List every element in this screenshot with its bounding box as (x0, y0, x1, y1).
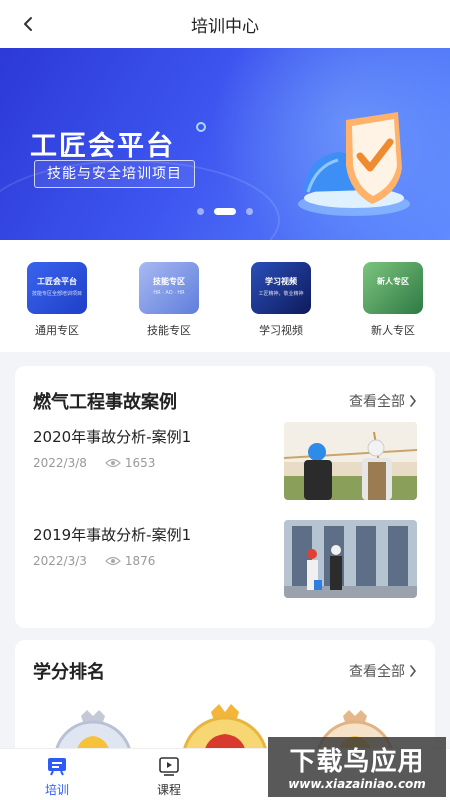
tab-label: 培训 (44, 783, 69, 797)
see-all-link[interactable]: 查看全部 (349, 661, 417, 681)
case-date: 2022/3/3 (33, 554, 87, 568)
zone-tile-title: 新人专区 (377, 277, 409, 286)
top-bar: 培训中心 (0, 0, 450, 48)
chevron-right-icon (410, 395, 417, 407)
section-title: 学分排名 (33, 662, 105, 683)
zone-skills[interactable]: 技能专区 HR · AO · HR 技能专区 (130, 262, 208, 338)
zone-tile-subtitle: 工匠精神，敬业精神 (258, 291, 304, 297)
case-view-count: 1653 (124, 456, 156, 470)
zone-newcomer-thumbnail: 新人专区 (363, 262, 423, 314)
carousel-indicator[interactable] (0, 208, 450, 215)
promo-banner[interactable]: 工匠会平台 技能与安全培训项目 (0, 48, 450, 240)
carousel-dot[interactable] (197, 208, 204, 215)
zone-newcomer[interactable]: 新人专区 新人专区 (354, 262, 432, 338)
case-thumbnail (284, 520, 417, 598)
section-title: 燃气工程事故案例 (33, 392, 177, 413)
case-date: 2022/3/8 (33, 456, 87, 470)
zone-tile-title: 技能专区 (153, 277, 185, 286)
carousel-dot[interactable] (246, 208, 253, 215)
zone-videos[interactable]: 学习视频 工匠精神，敬业精神 学习视频 (242, 262, 320, 338)
see-all-label: 查看全部 (349, 664, 405, 680)
eye-icon (105, 556, 121, 566)
zone-label: 新人专区 (371, 324, 415, 337)
back-icon[interactable] (14, 10, 42, 38)
section-header: 学分排名 查看全部 (33, 658, 417, 684)
case-meta: 2022/3/8 1653 (33, 456, 155, 470)
tab-training[interactable]: 培训 (17, 755, 97, 798)
safety-shield-icon (298, 112, 410, 216)
case-views: 1653 (105, 456, 156, 470)
case-view-count: 1876 (124, 554, 156, 568)
case-meta: 2022/3/3 1876 (33, 554, 155, 568)
zone-label: 学习视频 (259, 324, 303, 337)
case-section: 燃气工程事故案例 查看全部 2020年事故分析-案例1 2022/3/8 165… (15, 366, 435, 628)
case-title: 2019年事故分析-案例1 (33, 526, 192, 544)
page-title: 培训中心 (191, 16, 259, 37)
eye-icon (105, 458, 121, 468)
ring-decoration-icon (196, 122, 206, 132)
see-all-link[interactable]: 查看全部 (349, 391, 417, 411)
tab-course[interactable]: 课程 (129, 755, 209, 798)
see-all-label: 查看全部 (349, 394, 405, 410)
zone-label: 技能专区 (147, 324, 191, 337)
case-thumbnail (284, 422, 417, 500)
zone-label: 通用专区 (35, 324, 79, 337)
watermark-title: 下载鸟应用 (289, 747, 425, 777)
section-header: 燃气工程事故案例 查看全部 (33, 388, 417, 414)
chevron-right-icon (410, 665, 417, 677)
training-icon (48, 758, 66, 776)
tab-label: 课程 (156, 783, 181, 797)
zone-tile-subtitle: HR · AO · HR (153, 290, 185, 296)
watermark-url: www.xiazainiao.com (288, 777, 426, 791)
zone-general-thumbnail: 工匠会平台 技能专区全部培训项目 (27, 262, 87, 314)
zone-tile-title: 学习视频 (265, 277, 297, 286)
zone-grid: 工匠会平台 技能专区全部培训项目 通用专区 技能专区 HR · AO · HR … (0, 240, 450, 352)
zone-videos-thumbnail: 学习视频 工匠精神，敬业精神 (251, 262, 311, 314)
case-views: 1876 (105, 554, 156, 568)
zone-skills-thumbnail: 技能专区 HR · AO · HR (139, 262, 199, 314)
watermark: 下载鸟应用 www.xiazainiao.com (268, 737, 446, 797)
zone-general[interactable]: 工匠会平台 技能专区全部培训项目 通用专区 (18, 262, 96, 338)
case-item[interactable]: 2020年事故分析-案例1 2022/3/8 1653 (33, 422, 417, 502)
banner-subtitle: 技能与安全培训项目 (34, 160, 195, 188)
zone-tile-title: 工匠会平台 (37, 277, 77, 286)
case-title: 2020年事故分析-案例1 (33, 428, 192, 446)
zone-tile-subtitle: 技能专区全部培训项目 (31, 291, 82, 297)
banner-title: 工匠会平台 (30, 131, 175, 162)
carousel-dot-active[interactable] (214, 208, 236, 215)
case-item[interactable]: 2019年事故分析-案例1 2022/3/3 1876 (33, 520, 417, 600)
course-icon (159, 757, 179, 776)
